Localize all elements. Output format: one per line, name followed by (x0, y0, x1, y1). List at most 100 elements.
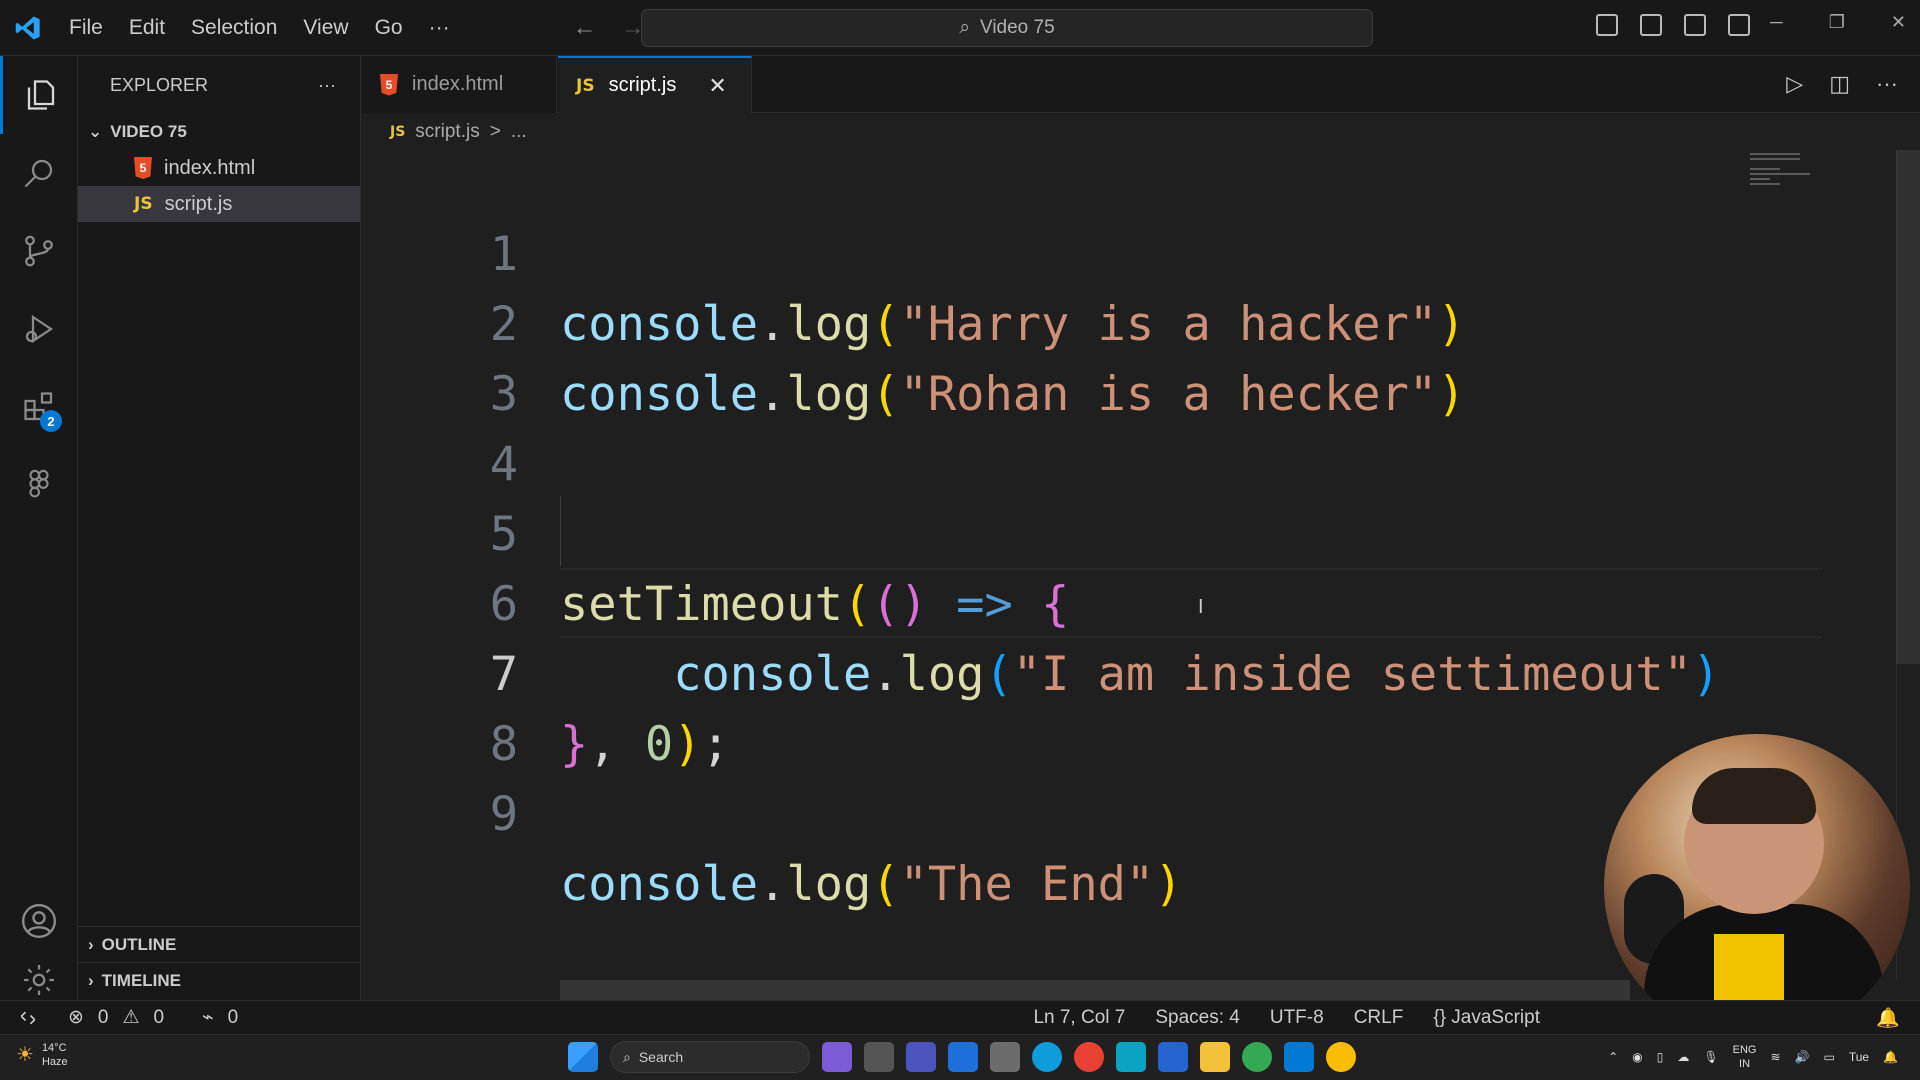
remote-indicator-icon[interactable] (0, 1001, 56, 1035)
chevron-up-icon[interactable]: ⌃ (1608, 1050, 1618, 1064)
code-line: 7 }, 0); (362, 570, 1822, 772)
skype-icon[interactable] (1116, 1042, 1146, 1072)
restore-icon[interactable]: ❐ (1829, 12, 1845, 33)
chrome-profile-icon[interactable] (1242, 1042, 1272, 1072)
close-window-icon[interactable]: ✕ (1891, 12, 1906, 33)
menu-edit[interactable]: Edit (116, 16, 178, 40)
menu-more[interactable]: ··· (416, 16, 463, 40)
code-line: 1 console.log("Harry is a hacker") (362, 150, 1822, 352)
folder-video-75[interactable]: ⌄ VIDEO 75 (78, 114, 360, 150)
js-icon: JS (390, 124, 406, 140)
text-cursor-icon: I (1198, 596, 1204, 618)
status-bar: ⊗ 0 ⚠ 0 ⌁ 0 Ln 7, Col 7 Spaces: 4 UTF-8 … (0, 1000, 1920, 1034)
taskbar-search-label: Search (638, 1049, 684, 1065)
taskbar-search[interactable]: ⌕ Search (610, 1041, 810, 1073)
settings-app-icon[interactable] (990, 1042, 1020, 1072)
split-editor-icon[interactable]: ◫ (1829, 71, 1850, 97)
html5-icon: 5 (134, 157, 152, 179)
minimap[interactable] (1750, 150, 1824, 210)
weather-condition: Haze (41, 1056, 68, 1068)
vscode-logo-icon (0, 0, 56, 56)
outline-section[interactable]: › OUTLINE (78, 926, 361, 962)
calendar-icon[interactable] (948, 1042, 978, 1072)
explorer-icon[interactable] (0, 56, 78, 134)
figma-icon[interactable] (0, 446, 78, 524)
copilot-icon[interactable] (822, 1042, 852, 1072)
code-editor[interactable]: 1 console.log("Harry is a hacker") 2 con… (362, 150, 1822, 980)
back-arrow-icon[interactable]: ← (573, 14, 597, 42)
windows-taskbar: ☀ 14°C Haze ⌕ Search ⌃ ◉ ▯ ☁ 🎙 ENG IN ≋ … (0, 1034, 1920, 1080)
breadcrumb-more[interactable]: ... (511, 121, 527, 143)
task-view-icon[interactable] (864, 1042, 894, 1072)
tray-app-icon[interactable]: ◉ (1632, 1050, 1642, 1064)
run-debug-icon[interactable] (0, 290, 78, 368)
edge-icon[interactable] (1032, 1042, 1062, 1072)
problems-indicator[interactable]: ⊗ 0 ⚠ 0 ⌁ 0 (68, 1006, 238, 1029)
tab-script-js[interactable]: JS script.js ✕ (558, 56, 752, 113)
microphone-icon[interactable]: 🎙 (1703, 1050, 1718, 1064)
cursor-position[interactable]: Ln 7, Col 7 (1033, 1007, 1125, 1029)
todo-icon[interactable] (1158, 1042, 1188, 1072)
explorer-title: EXPLORER (110, 74, 209, 95)
tab-label: script.js (608, 74, 677, 96)
weather-widget[interactable]: ☀ 14°C Haze (16, 1041, 68, 1069)
menu-selection[interactable]: Selection (178, 16, 290, 40)
toggle-panel-icon[interactable] (1640, 14, 1662, 36)
minimize-icon[interactable]: ─ (1770, 12, 1783, 33)
search-activity-icon[interactable] (0, 134, 78, 212)
cloud-icon[interactable]: ☁ (1677, 1050, 1689, 1064)
battery-icon[interactable]: ▯ (1657, 1050, 1664, 1064)
teams-icon[interactable] (906, 1042, 936, 1072)
battery-status-icon[interactable]: ▭ (1823, 1050, 1834, 1064)
extensions-icon[interactable]: 2 (0, 368, 78, 446)
language-mode[interactable]: {} JavaScript (1433, 1007, 1540, 1029)
code-line: 8 (362, 640, 1822, 772)
presenter-hair (1692, 768, 1816, 824)
nav-arrows: ← → (573, 14, 645, 42)
toggle-sidebar-icon[interactable] (1596, 14, 1618, 36)
horizontal-scrollbar[interactable] (560, 980, 1630, 1000)
language-indicator[interactable]: ENG IN (1733, 1043, 1757, 1071)
close-tab-icon[interactable]: ✕ (708, 73, 726, 99)
command-center-search[interactable]: ⌕ Video 75 (641, 9, 1373, 47)
code-line: 4 (362, 360, 1822, 492)
file-explorer-icon[interactable] (1200, 1042, 1230, 1072)
more-actions-icon[interactable]: ··· (1876, 71, 1898, 97)
scrollbar-thumb[interactable] (1896, 150, 1920, 664)
breadcrumb-file[interactable]: script.js (415, 121, 479, 143)
account-icon[interactable] (0, 882, 78, 960)
system-tray: ⌃ ◉ ▯ ☁ 🎙 ENG IN ≋ 🔊 ▭ Tue 🔔 (1608, 1043, 1898, 1071)
source-control-icon[interactable] (0, 212, 78, 290)
file-label: script.js (164, 192, 233, 215)
run-icon[interactable]: ▷ (1786, 71, 1803, 97)
menu-go[interactable]: Go (362, 16, 416, 40)
wifi-icon[interactable]: ≋ (1770, 1050, 1780, 1064)
settings-gear-icon[interactable] (0, 960, 78, 1000)
volume-icon[interactable]: 🔊 (1795, 1050, 1810, 1064)
menu-view[interactable]: View (290, 16, 361, 40)
timeline-section[interactable]: › TIMELINE (78, 962, 361, 998)
menu-bar: File Edit Selection View Go ··· (56, 0, 463, 56)
menu-file[interactable]: File (56, 16, 116, 40)
customize-layout-icon[interactable] (1728, 14, 1750, 36)
tab-index-html[interactable]: 5 index.html (362, 56, 557, 113)
notifications-bell-icon[interactable]: 🔔 (1876, 1006, 1900, 1030)
status-right: Ln 7, Col 7 Spaces: 4 UTF-8 CRLF {} Java… (1033, 1007, 1540, 1029)
activity-bar: 2 (0, 56, 78, 1000)
file-script-js[interactable]: JS script.js (78, 186, 360, 222)
vscode-taskbar-icon[interactable] (1284, 1042, 1314, 1072)
explorer-more-button[interactable]: ··· (318, 75, 336, 96)
clock-day[interactable]: Tue (1849, 1050, 1869, 1064)
end-of-line[interactable]: CRLF (1354, 1007, 1404, 1029)
encoding[interactable]: UTF-8 (1270, 1007, 1324, 1029)
explorer-header: EXPLORER ··· (78, 56, 360, 114)
notification-icon[interactable]: 🔔 (1883, 1050, 1898, 1064)
chrome-canary-icon[interactable] (1326, 1042, 1356, 1072)
file-index-html[interactable]: 5 index.html (78, 150, 360, 186)
line-number: 9 (489, 787, 518, 842)
region-code: IN (1739, 1058, 1751, 1070)
chrome-icon[interactable] (1074, 1042, 1104, 1072)
windows-start-icon[interactable] (568, 1042, 598, 1072)
toggle-secondary-sidebar-icon[interactable] (1684, 14, 1706, 36)
indentation[interactable]: Spaces: 4 (1155, 1007, 1240, 1029)
